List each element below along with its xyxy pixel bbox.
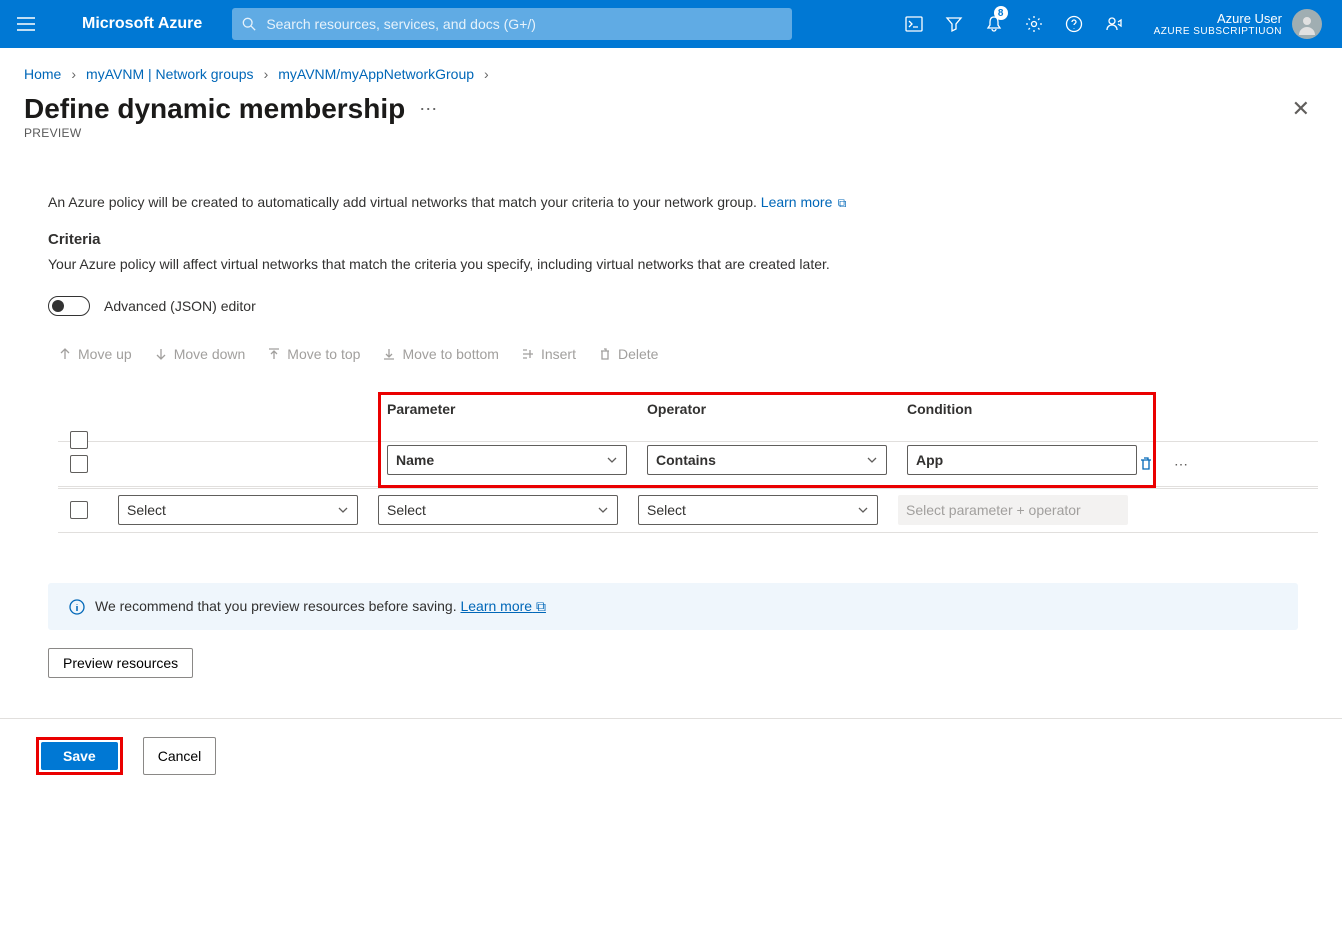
select-all-checkbox[interactable] <box>70 431 88 449</box>
table-header-row: Parameter Operator Condition Name <box>58 392 1318 489</box>
close-icon[interactable]: ✕ <box>1284 92 1318 126</box>
move-to-bottom-button[interactable]: Move to bottom <box>382 346 499 362</box>
page-description: An Azure policy will be created to autom… <box>48 194 757 210</box>
breadcrumb: Home › myAVNM | Network groups › myAVNM/… <box>0 48 1342 92</box>
criteria-toolbar: Move up Move down Move to top Move to bo… <box>48 346 1318 362</box>
chevron-down-icon <box>857 504 869 516</box>
insert-icon <box>521 347 535 361</box>
user-name: Azure User <box>1154 11 1282 26</box>
andor-select[interactable]: Select <box>118 495 358 525</box>
condition-input[interactable]: App <box>907 445 1137 475</box>
col-operator-header: Operator <box>647 401 907 417</box>
info-text: We recommend that you preview resources … <box>95 598 457 614</box>
breadcrumb-network-groups[interactable]: myAVNM | Network groups <box>86 66 254 82</box>
operator-select[interactable]: Select <box>638 495 878 525</box>
move-down-button[interactable]: Move down <box>154 346 246 362</box>
page-title: Define dynamic membership <box>24 93 405 125</box>
arrow-top-icon <box>267 347 281 361</box>
brand-logo[interactable]: Microsoft Azure <box>82 15 202 33</box>
info-banner: We recommend that you preview resources … <box>48 583 1298 630</box>
col-parameter-header: Parameter <box>387 401 647 417</box>
advanced-toggle-label: Advanced (JSON) editor <box>104 298 256 314</box>
search-box[interactable] <box>232 8 792 40</box>
operator-select[interactable]: Contains <box>647 445 887 475</box>
cancel-button[interactable]: Cancel <box>143 737 217 775</box>
breadcrumb-app-network-group[interactable]: myAVNM/myAppNetworkGroup <box>278 66 474 82</box>
arrow-down-icon <box>154 347 168 361</box>
chevron-down-icon <box>337 504 349 516</box>
chevron-down-icon <box>606 454 618 466</box>
delete-row-icon[interactable] <box>1138 456 1154 472</box>
col-condition-header: Condition <box>907 401 1147 417</box>
row-checkbox[interactable] <box>70 455 88 473</box>
user-menu[interactable]: Azure User AZURE SUBSCRIPTIUON <box>1144 9 1332 39</box>
parameter-select[interactable]: Name <box>387 445 627 475</box>
chevron-right-icon: › <box>264 66 269 82</box>
external-link-icon: ⧉ <box>536 598 546 614</box>
menu-icon[interactable] <box>10 8 42 40</box>
cloud-shell-icon[interactable] <box>894 0 934 48</box>
arrow-up-icon <box>58 347 72 361</box>
trash-icon <box>598 347 612 361</box>
search-input[interactable] <box>264 15 782 33</box>
save-button[interactable]: Save <box>41 742 118 770</box>
condition-input-disabled: Select parameter + operator <box>898 495 1128 525</box>
top-bar: Microsoft Azure 8 Azure User AZURE SUBSC… <box>0 0 1342 48</box>
preview-resources-button[interactable]: Preview resources <box>48 648 193 678</box>
insert-button[interactable]: Insert <box>521 346 576 362</box>
criteria-description: Your Azure policy will affect virtual ne… <box>48 256 1318 272</box>
external-link-icon: ⧉ <box>834 196 846 210</box>
user-subscription: AZURE SUBSCRIPTIUON <box>1154 26 1282 37</box>
chevron-down-icon <box>866 454 878 466</box>
notification-badge: 8 <box>994 6 1008 20</box>
advanced-json-toggle[interactable] <box>48 296 90 316</box>
search-icon <box>242 17 256 31</box>
footer: Save Cancel <box>0 718 1342 789</box>
learn-more-link[interactable]: Learn more ⧉ <box>761 194 847 210</box>
row-checkbox[interactable] <box>70 501 88 519</box>
row-more-icon[interactable]: ⋯ <box>1174 456 1188 473</box>
page-header: Define dynamic membership ⋯ ✕ <box>0 92 1342 126</box>
notifications-icon[interactable]: 8 <box>974 0 1014 48</box>
breadcrumb-home[interactable]: Home <box>24 66 61 82</box>
more-menu-icon[interactable]: ⋯ <box>419 99 439 120</box>
feedback-icon[interactable] <box>1094 0 1134 48</box>
move-up-button[interactable]: Move up <box>58 346 132 362</box>
info-icon <box>69 599 85 615</box>
table-row: Select Select Select <box>58 487 1318 533</box>
criteria-table: Parameter Operator Condition Name <box>58 392 1318 533</box>
info-learn-more-link[interactable]: Learn more ⧉ <box>460 598 545 614</box>
arrow-bottom-icon <box>382 347 396 361</box>
avatar <box>1292 9 1322 39</box>
criteria-heading: Criteria <box>48 231 1318 248</box>
chevron-right-icon: › <box>484 66 489 82</box>
chevron-down-icon <box>597 504 609 516</box>
parameter-select[interactable]: Select <box>378 495 618 525</box>
settings-icon[interactable] <box>1014 0 1054 48</box>
help-icon[interactable] <box>1054 0 1094 48</box>
top-right: 8 Azure User AZURE SUBSCRIPTIUON <box>894 0 1332 48</box>
move-to-top-button[interactable]: Move to top <box>267 346 360 362</box>
chevron-right-icon: › <box>71 66 76 82</box>
page-subtitle: PREVIEW <box>0 126 1342 140</box>
delete-button[interactable]: Delete <box>598 346 658 362</box>
filter-icon[interactable] <box>934 0 974 48</box>
